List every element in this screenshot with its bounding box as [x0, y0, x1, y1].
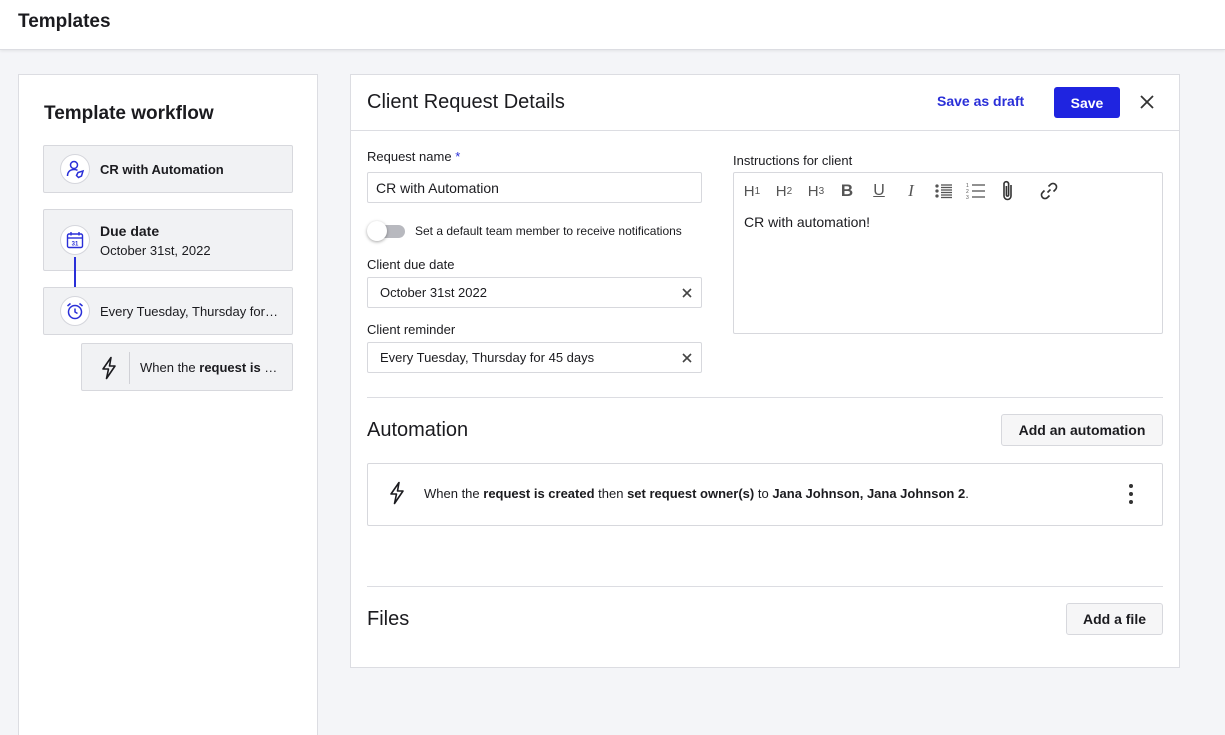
save-as-draft-button[interactable]: Save as draft	[937, 93, 1024, 109]
section-divider	[367, 397, 1163, 398]
client-due-date-label: Client due date	[367, 257, 455, 272]
workflow-step-label: When the request is created	[140, 360, 284, 375]
sidebar-title: Template workflow	[44, 103, 214, 124]
svg-text:3: 3	[966, 195, 969, 200]
bullet-list-icon[interactable]	[932, 179, 956, 203]
label-text: Request name	[367, 149, 452, 164]
add-file-button[interactable]: Add a file	[1066, 603, 1163, 635]
automation-rule-card[interactable]: When the request is created then set req…	[367, 463, 1163, 526]
panel-title: Client Request Details	[367, 91, 565, 113]
lightning-icon	[100, 356, 120, 380]
client-reminder-input[interactable]: Every Tuesday, Thursday for 45 days	[367, 342, 702, 373]
top-bar: Templates	[0, 0, 1225, 50]
heading-1-button[interactable]: H1	[740, 179, 764, 203]
workflow-step-automation[interactable]: When the request is created	[81, 343, 293, 391]
request-name-label: Request name *	[367, 149, 460, 164]
lightning-icon	[388, 481, 406, 505]
toggle-knob	[367, 221, 387, 241]
template-workflow-sidebar: Template workflow CR with Automation 31 …	[18, 74, 318, 735]
more-options-icon[interactable]	[1128, 484, 1134, 504]
toolbar-glyph: H	[775, 182, 787, 200]
instructions-editor[interactable]: H1 H2 H3 B U I 1 2 3 CR with automation!	[733, 172, 1163, 334]
rule-text-bold: set request owner(s)	[627, 486, 755, 501]
toolbar-glyph: H	[807, 182, 819, 200]
rule-text-bold: request is created	[483, 486, 595, 501]
instructions-label: Instructions for client	[733, 153, 853, 168]
calendar-day: 31	[72, 242, 79, 248]
rule-text: When the	[424, 486, 484, 501]
rule-text: .	[965, 486, 969, 501]
section-divider	[367, 586, 1163, 587]
input-value: Every Tuesday, Thursday for 45 days	[380, 350, 595, 365]
clear-icon[interactable]	[681, 287, 693, 299]
save-button[interactable]: Save	[1054, 87, 1120, 118]
rule-text-bold: Jana Johnson, Jana Johnson 2	[772, 486, 966, 501]
workflow-step-label: Due date	[100, 223, 160, 239]
underline-button[interactable]: U	[868, 179, 890, 203]
heading-3-button[interactable]: H3	[804, 179, 828, 203]
clear-icon[interactable]	[681, 352, 693, 364]
toggle-label: Set a default team member to receive not…	[415, 224, 682, 238]
automation-section-title: Automation	[367, 419, 469, 441]
calendar-icon: 31	[60, 225, 90, 255]
divider	[129, 352, 130, 384]
bold-button[interactable]: B	[836, 179, 858, 203]
toolbar-glyph-sub: 3	[818, 185, 825, 197]
alarm-clock-icon	[60, 296, 90, 326]
step-text: When the	[140, 360, 200, 375]
toolbar-glyph: H	[743, 182, 755, 200]
workflow-step-due-date[interactable]: 31 Due date October 31st, 2022	[43, 209, 293, 271]
panel-header: Client Request Details Save as draft Sav…	[351, 75, 1179, 131]
add-automation-button[interactable]: Add an automation	[1001, 414, 1163, 446]
input-value: CR with Automation	[376, 179, 499, 196]
workflow-step-sublabel: October 31st, 2022	[100, 243, 211, 258]
attachment-icon[interactable]	[996, 179, 1020, 203]
toolbar-glyph-sub: 1	[754, 185, 761, 197]
user-automation-icon	[60, 154, 90, 184]
client-request-details-panel: Client Request Details Save as draft Sav…	[350, 74, 1180, 668]
close-icon[interactable]	[1137, 92, 1157, 112]
default-team-member-toggle[interactable]	[367, 221, 407, 241]
italic-button[interactable]: I	[900, 179, 922, 203]
numbered-list-icon[interactable]: 1 2 3	[964, 179, 988, 203]
required-mark: *	[455, 149, 461, 164]
workflow-step-label: Every Tuesday, Thursday for 45 days	[100, 304, 278, 319]
input-value: October 31st 2022	[380, 285, 487, 300]
rule-text: then	[594, 486, 628, 501]
workflow-step-request[interactable]: CR with Automation	[43, 145, 293, 193]
page-title: Templates	[18, 11, 111, 32]
step-text-bold: request is created	[199, 360, 284, 375]
instructions-text[interactable]: CR with automation!	[744, 214, 870, 230]
rule-text: to	[754, 486, 773, 501]
toolbar-glyph-sub: 2	[786, 185, 793, 197]
request-name-input[interactable]: CR with Automation	[367, 172, 702, 203]
heading-2-button[interactable]: H2	[772, 179, 796, 203]
workflow-step-reminder[interactable]: Every Tuesday, Thursday for 45 days	[43, 287, 293, 335]
automation-rule-text: When the request is created then set req…	[424, 486, 969, 501]
client-due-date-input[interactable]: October 31st 2022	[367, 277, 702, 308]
client-reminder-label: Client reminder	[367, 322, 456, 337]
files-section-title: Files	[367, 608, 410, 630]
workflow-step-label: CR with Automation	[100, 162, 224, 177]
link-icon[interactable]	[1037, 179, 1061, 203]
